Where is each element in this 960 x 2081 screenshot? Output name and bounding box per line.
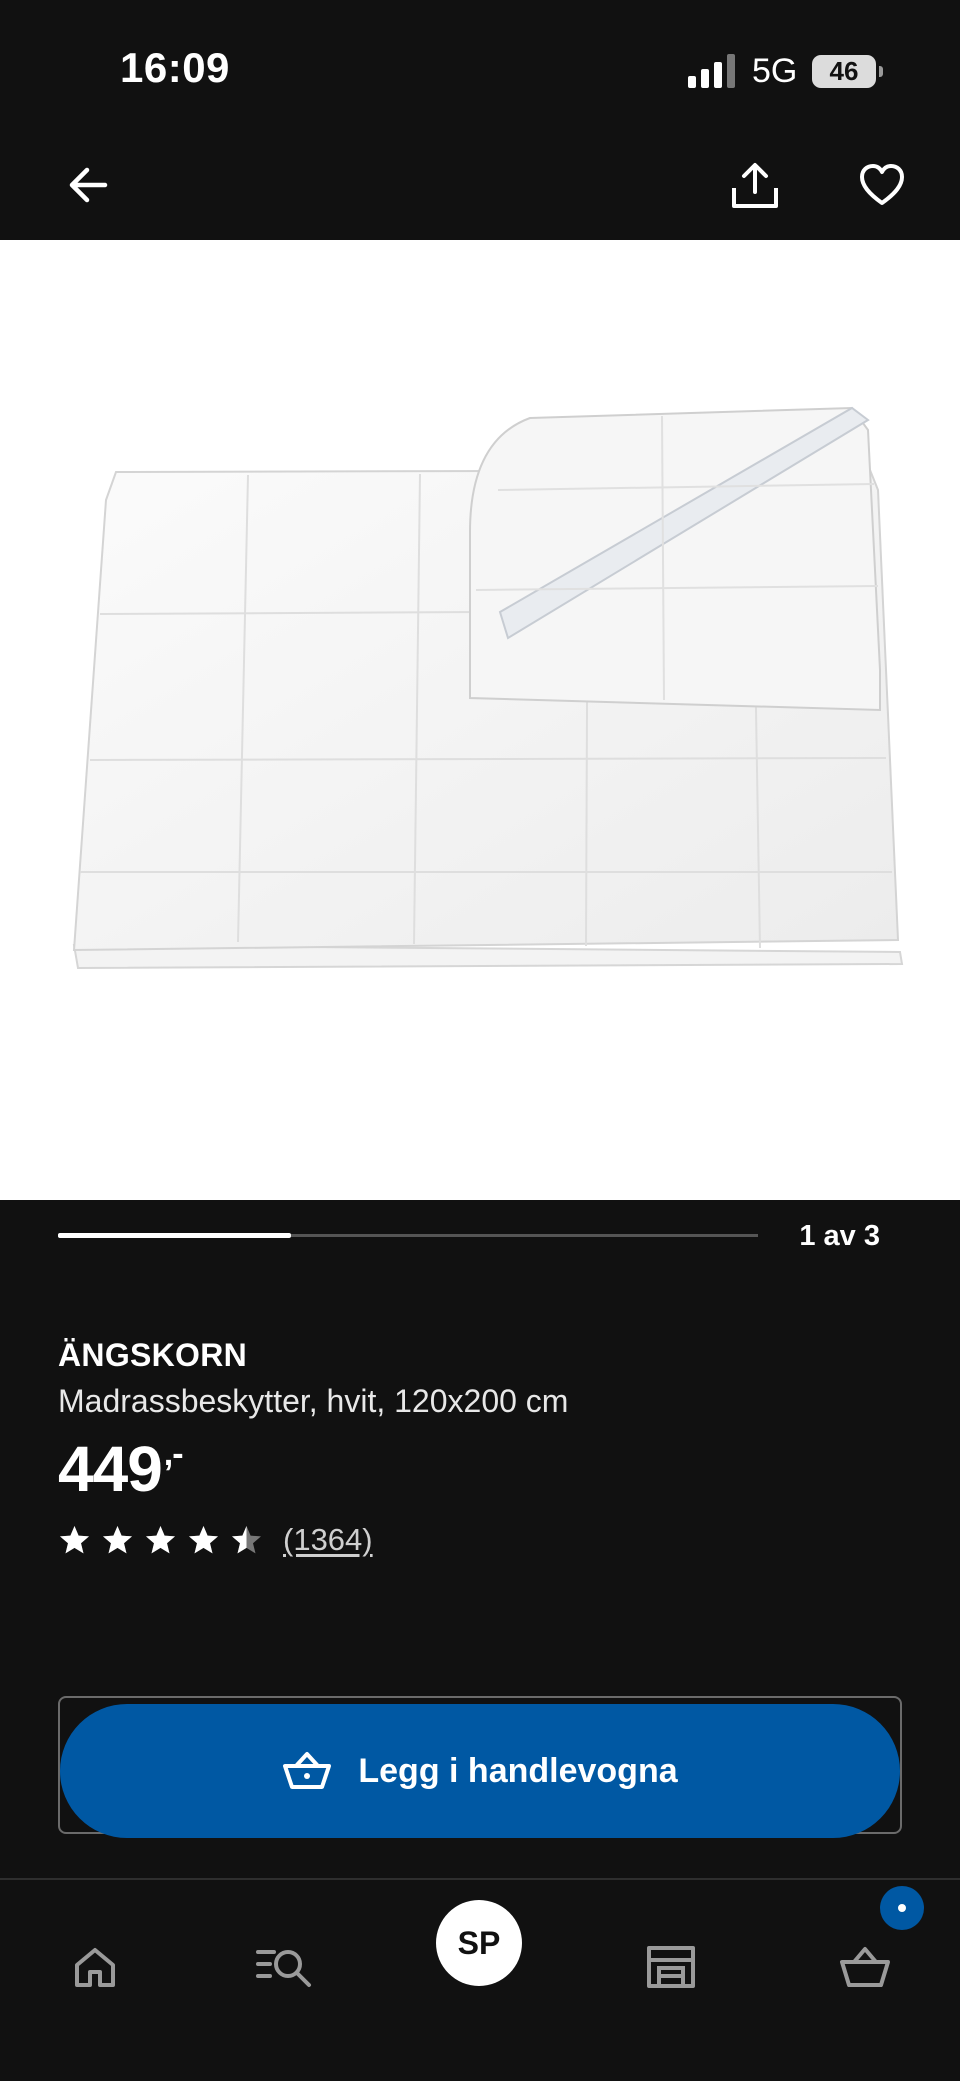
add-to-cart-button[interactable]: Legg i handlevogna — [60, 1704, 900, 1838]
back-button[interactable] — [55, 152, 121, 218]
gallery-progress-track — [58, 1233, 758, 1238]
heart-icon — [860, 164, 904, 205]
image-gallery-indicator: 1 av 3 — [0, 1200, 960, 1280]
cart-basket-icon — [840, 1947, 890, 1987]
tab-home[interactable] — [60, 1932, 130, 2002]
status-time: 16:09 — [120, 44, 230, 91]
tab-stores[interactable] — [636, 1932, 706, 2002]
product-price: 449,- — [58, 1432, 184, 1506]
mattress-protector-illustration — [72, 406, 904, 970]
favorite-button[interactable] — [849, 152, 915, 218]
star-icon — [189, 1525, 218, 1553]
basket-icon — [283, 1752, 332, 1789]
battery-level: 46 — [829, 56, 859, 86]
star-icon — [103, 1525, 132, 1553]
battery-icon: 46 — [812, 55, 883, 88]
tab-cart[interactable] — [830, 1932, 900, 2002]
star-icon — [232, 1525, 261, 1553]
status-bar: 16:09 5G 46 — [0, 0, 960, 130]
network-type: 5G — [752, 52, 798, 90]
product-description: Madrassbeskytter, hvit, 120x200 cm — [58, 1383, 569, 1419]
add-to-cart-label: Legg i handlevogna — [358, 1751, 678, 1790]
tab-profile-avatar[interactable]: SP — [436, 1900, 522, 1986]
star-icon — [146, 1525, 175, 1553]
profile-initials: SP — [457, 1924, 501, 1961]
store-icon — [647, 1946, 695, 1988]
bottom-navigation: SP — [0, 1878, 960, 2081]
search-list-icon — [256, 1950, 311, 1987]
cart-badge — [880, 1886, 924, 1930]
product-name: ÄNGSKORN — [58, 1337, 248, 1373]
top-navigation — [0, 130, 960, 240]
home-icon — [75, 1948, 115, 1987]
price-value: 449 — [58, 1433, 163, 1505]
share-icon — [732, 163, 778, 208]
arrow-left-icon — [69, 167, 108, 203]
tab-search[interactable] — [250, 1932, 320, 2002]
gallery-progress-fill — [58, 1233, 292, 1238]
price-suffix: ,- — [163, 1435, 184, 1473]
share-button[interactable] — [722, 152, 788, 218]
signal-icon — [688, 54, 735, 88]
gallery-counter: 1 av 3 — [799, 1220, 880, 1252]
star-icon — [60, 1525, 89, 1553]
rating-stars — [58, 1524, 263, 1557]
review-count-link[interactable]: (1364) — [283, 1522, 373, 1558]
product-image[interactable] — [0, 240, 960, 1200]
product-rating[interactable]: (1364) — [58, 1520, 373, 1560]
